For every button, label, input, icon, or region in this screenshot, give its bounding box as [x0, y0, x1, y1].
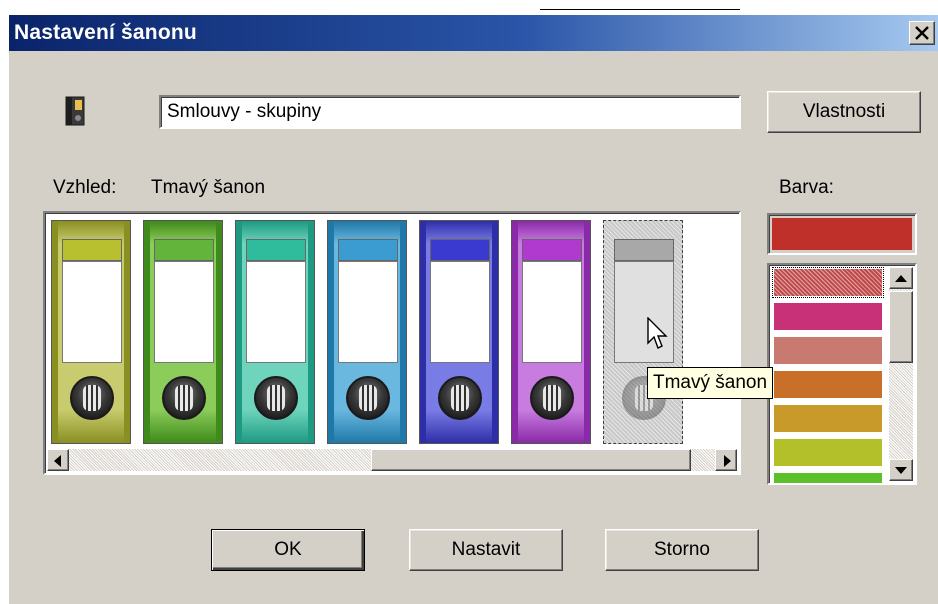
binder-label-strip	[614, 239, 674, 261]
arrow-left-icon	[54, 455, 61, 467]
binder-ring-icon	[70, 376, 114, 420]
selected-color-preview	[767, 213, 917, 255]
binder-label-paper	[522, 261, 582, 363]
appearance-value: Tmavý šanon	[151, 177, 266, 198]
binder-label-strip	[154, 239, 214, 261]
set-button[interactable]: Nastavit	[409, 529, 563, 571]
arrow-right-icon	[724, 455, 731, 467]
color-option[interactable]	[774, 473, 882, 483]
close-icon	[915, 26, 929, 40]
binder-icon	[65, 96, 85, 126]
binder-label-strip	[246, 239, 306, 261]
color-option[interactable]	[772, 267, 884, 298]
binder-label-paper	[430, 261, 490, 363]
scroll-left-button[interactable]	[47, 449, 69, 471]
binder-label-strip	[62, 239, 122, 261]
green-binder[interactable]	[143, 220, 223, 444]
blue-binder[interactable]	[327, 220, 407, 444]
cancel-button[interactable]: Storno	[605, 529, 759, 571]
binder-label-paper	[154, 261, 214, 363]
top-edge-line	[540, 9, 740, 10]
color-label: Barva:	[779, 177, 834, 198]
horizontal-scrollbar[interactable]	[47, 449, 737, 471]
scroll-down-button[interactable]	[889, 459, 913, 481]
grey-binder[interactable]	[603, 220, 683, 444]
indigo-binder[interactable]	[419, 220, 499, 444]
binder-settings-dialog: Nastavení šanonu Vlastnosti Vzhled: Tmav…	[8, 14, 938, 604]
binder-gallery[interactable]	[43, 211, 741, 475]
properties-button[interactable]: Vlastnosti	[767, 91, 921, 133]
arrow-up-icon	[895, 275, 907, 282]
binder-ring-icon	[438, 376, 482, 420]
color-list[interactable]	[767, 263, 917, 485]
teal-binder[interactable]	[235, 220, 315, 444]
binder-name-input[interactable]	[159, 95, 741, 129]
binder-label-strip	[338, 239, 398, 261]
mouse-cursor-icon	[647, 317, 668, 349]
color-option[interactable]	[774, 337, 882, 364]
binder-label-paper	[62, 261, 122, 363]
binder-ring-icon	[530, 376, 574, 420]
title-bar[interactable]: Nastavení šanonu	[9, 15, 938, 51]
binder-tooltip: Tmavý šanon	[647, 367, 774, 399]
close-button[interactable]	[909, 21, 935, 45]
color-option[interactable]	[774, 405, 882, 432]
binder-label-strip	[522, 239, 582, 261]
binder-ring-icon	[254, 376, 298, 420]
binder-label-strip	[430, 239, 490, 261]
olive-binder[interactable]	[51, 220, 131, 444]
color-option[interactable]	[774, 439, 882, 466]
binder-ring-icon	[346, 376, 390, 420]
vertical-scroll-thumb[interactable]	[889, 291, 913, 363]
color-option[interactable]	[774, 303, 882, 330]
arrow-down-icon	[895, 467, 907, 474]
vertical-scrollbar[interactable]	[889, 267, 913, 481]
appearance-label: Vzhled:	[53, 177, 117, 198]
scroll-up-button[interactable]	[889, 267, 913, 289]
scroll-right-button[interactable]	[715, 449, 737, 471]
horizontal-scroll-thumb[interactable]	[371, 449, 691, 471]
selected-color-swatch	[772, 218, 912, 250]
binder-label-paper	[246, 261, 306, 363]
ok-button[interactable]: OK	[211, 529, 365, 571]
binder-label-paper	[338, 261, 398, 363]
color-option[interactable]	[774, 371, 882, 398]
binder-ring-icon	[162, 376, 206, 420]
window-title: Nastavení šanonu	[14, 21, 197, 44]
purple-binder[interactable]	[511, 220, 591, 444]
